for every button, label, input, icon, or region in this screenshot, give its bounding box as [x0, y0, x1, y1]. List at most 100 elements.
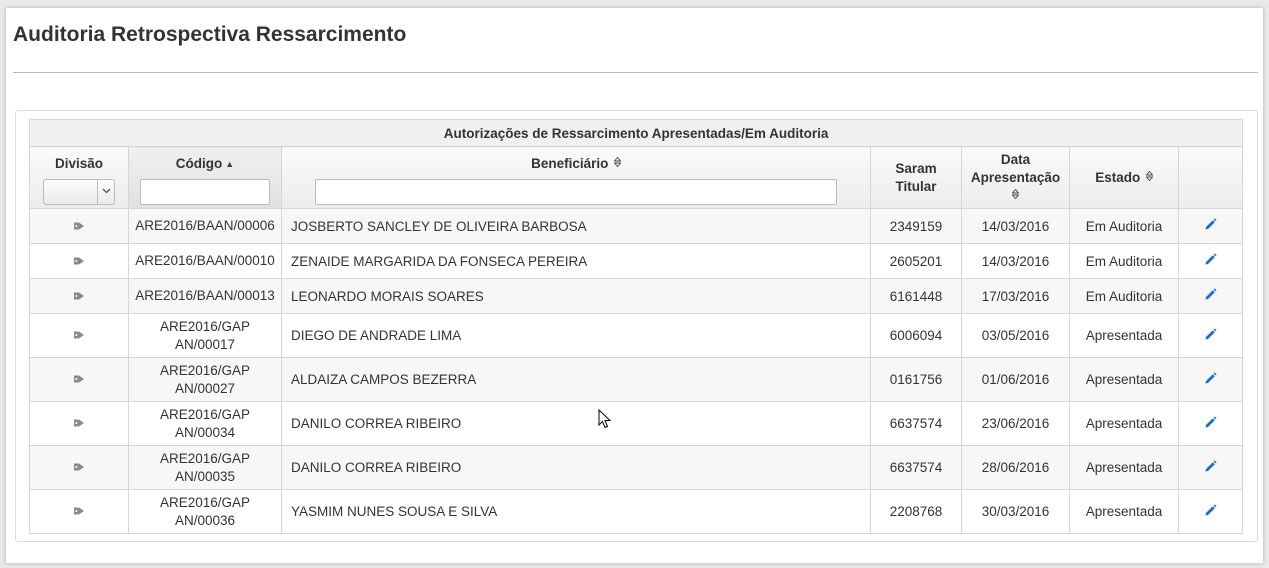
cell-divisao [29, 313, 129, 358]
cell-beneficiario: YASMIM NUNES SOUSA E SILVA [281, 489, 871, 534]
cell-estado: Em Auditoria [1069, 208, 1179, 244]
cell-beneficiario: ALDAIZA CAMPOS BEZERRA [281, 357, 871, 402]
column-header-data-apresentacao[interactable]: Data Apresentação [961, 146, 1070, 209]
cell-estado: Apresentada [1069, 489, 1179, 534]
cell-data-apresentacao: 23/06/2016 [961, 401, 1070, 446]
cell-codigo: ARE2016/GAP AN/00035 [128, 445, 282, 490]
cell-estado: Em Auditoria [1069, 278, 1179, 314]
column-header-estado[interactable]: Estado [1069, 146, 1179, 209]
table-row[interactable]: ARE2016/BAAN/00013 LEONARDO MORAIS SOARES… [29, 278, 1244, 314]
cell-divisao [29, 208, 129, 244]
table-row[interactable]: ARE2016/BAAN/00006 JOSBERTO SANCLEY DE OL… [29, 208, 1244, 244]
tag-icon [73, 460, 85, 475]
tag-icon [73, 328, 85, 343]
codigo-text: ARE2016/BAAN/00010 [135, 253, 275, 268]
pencil-edit-icon[interactable] [1204, 328, 1217, 344]
table-row[interactable]: ARE2016/GAP AN/00017 DIEGO DE ANDRADE LIMA… [29, 313, 1244, 358]
pencil-edit-icon[interactable] [1204, 288, 1217, 304]
cell-divisao [29, 243, 129, 279]
table-row[interactable]: ARE2016/GAP AN/00036 YASMIM NUNES SOUSA E … [29, 489, 1244, 534]
pencil-edit-icon[interactable] [1204, 504, 1217, 520]
cell-codigo: ARE2016/BAAN/00010 [128, 243, 282, 279]
results-panel: Autorizações de Ressarcimento Apresentad… [15, 110, 1258, 542]
cell-beneficiario: DIEGO DE ANDRADE LIMA [281, 313, 871, 358]
cell-codigo: ARE2016/GAP AN/00034 [128, 401, 282, 446]
cell-data-apresentacao: 28/06/2016 [961, 445, 1070, 490]
tag-icon [73, 416, 85, 431]
column-label-saram: Saram [895, 160, 937, 176]
table-row[interactable]: ARE2016/GAP AN/00035 DANILO CORREA RIBEIRO… [29, 445, 1244, 490]
cell-beneficiario: DANILO CORREA RIBEIRO [281, 445, 871, 490]
cell-estado: Apresentada [1069, 357, 1179, 402]
codigo-text: ARE2016/BAAN/00006 [135, 218, 275, 233]
tag-icon [73, 504, 85, 519]
column-label-titular: Titular [895, 178, 937, 194]
cell-saram: 2605201 [870, 243, 962, 279]
codigo-text: ARE2016/GAP [159, 406, 251, 422]
cell-estado: Apresentada [1069, 401, 1179, 446]
table-row[interactable]: ARE2016/BAAN/00010 ZENAIDE MARGARIDA DA F… [29, 243, 1244, 279]
cell-actions [1177, 401, 1244, 446]
cell-codigo: ARE2016/BAAN/00006 [128, 208, 282, 244]
authorizations-table: Autorizações de Ressarcimento Apresentad… [28, 119, 1244, 534]
pencil-edit-icon[interactable] [1204, 416, 1217, 432]
pencil-edit-icon[interactable] [1204, 460, 1217, 476]
codigo-text: ARE2016/BAAN/00013 [135, 288, 275, 303]
column-header-beneficiario[interactable]: Beneficiário [281, 146, 871, 209]
codigo-text: ARE2016/GAP [159, 494, 251, 510]
column-label-estado[interactable]: Estado [1095, 170, 1140, 185]
cell-estado: Apresentada [1069, 445, 1179, 490]
cell-actions [1177, 357, 1244, 402]
column-label-data[interactable]: Data [1001, 152, 1030, 167]
cell-saram: 2349159 [870, 208, 962, 244]
mouse-cursor-icon [598, 408, 612, 434]
pencil-edit-icon[interactable] [1204, 218, 1217, 234]
cell-divisao [29, 357, 129, 402]
cell-saram: 6161448 [870, 278, 962, 314]
tag-icon [73, 372, 85, 387]
cell-divisao [29, 445, 129, 490]
cell-saram: 0161756 [870, 357, 962, 402]
cell-beneficiario: ZENAIDE MARGARIDA DA FONSECA PEREIRA [281, 243, 871, 279]
cell-beneficiario: JOSBERTO SANCLEY DE OLIVEIRA BARBOSA [281, 208, 871, 244]
cell-divisao [29, 278, 129, 314]
codigo-text: ARE2016/GAP [159, 318, 251, 334]
sort-both-icon[interactable] [1011, 188, 1020, 201]
cell-saram: 6006094 [870, 313, 962, 358]
table-row[interactable]: ARE2016/GAP AN/00027 ALDAIZA CAMPOS BEZERR… [29, 357, 1244, 402]
codigo-text-continued: AN/00036 [174, 512, 236, 528]
sort-asc-icon[interactable]: ▲ [225, 159, 234, 169]
tag-icon [73, 219, 85, 234]
codigo-text-continued: AN/00027 [174, 380, 236, 396]
column-label-beneficiario[interactable]: Beneficiário [531, 156, 608, 171]
cell-data-apresentacao: 03/05/2016 [961, 313, 1070, 358]
cell-saram: 6637574 [870, 445, 962, 490]
cell-actions [1177, 243, 1244, 279]
codigo-text-continued: AN/00035 [174, 468, 236, 484]
cell-saram: 6637574 [870, 401, 962, 446]
column-label-apresentacao[interactable]: Apresentação [971, 170, 1060, 185]
sort-both-icon[interactable] [1143, 170, 1154, 183]
cell-actions [1177, 445, 1244, 490]
tag-icon [73, 254, 85, 269]
title-divider [13, 72, 1258, 73]
cell-data-apresentacao: 01/06/2016 [961, 357, 1070, 402]
divisao-filter-select[interactable] [43, 179, 115, 205]
sort-both-icon[interactable] [611, 156, 622, 169]
codigo-filter-input[interactable] [140, 179, 270, 205]
codigo-text-continued: AN/00034 [174, 424, 236, 440]
cell-actions [1177, 278, 1244, 314]
cell-data-apresentacao: 30/03/2016 [961, 489, 1070, 534]
column-label-codigo[interactable]: Código [176, 156, 223, 171]
page-container: Auditoria Retrospectiva Ressarcimento Au… [6, 8, 1263, 563]
beneficiario-filter-input[interactable] [315, 179, 837, 205]
pencil-edit-icon[interactable] [1204, 372, 1217, 388]
cell-divisao [29, 401, 129, 446]
column-header-codigo[interactable]: Código ▲ [128, 146, 282, 209]
column-header-actions [1177, 146, 1244, 209]
chevron-down-icon[interactable] [97, 180, 114, 204]
cell-estado: Em Auditoria [1069, 243, 1179, 279]
table-row[interactable]: ARE2016/GAP AN/00034 DANILO CORREA RIBEIRO… [29, 401, 1244, 446]
cell-actions [1177, 208, 1244, 244]
pencil-edit-icon[interactable] [1204, 253, 1217, 269]
